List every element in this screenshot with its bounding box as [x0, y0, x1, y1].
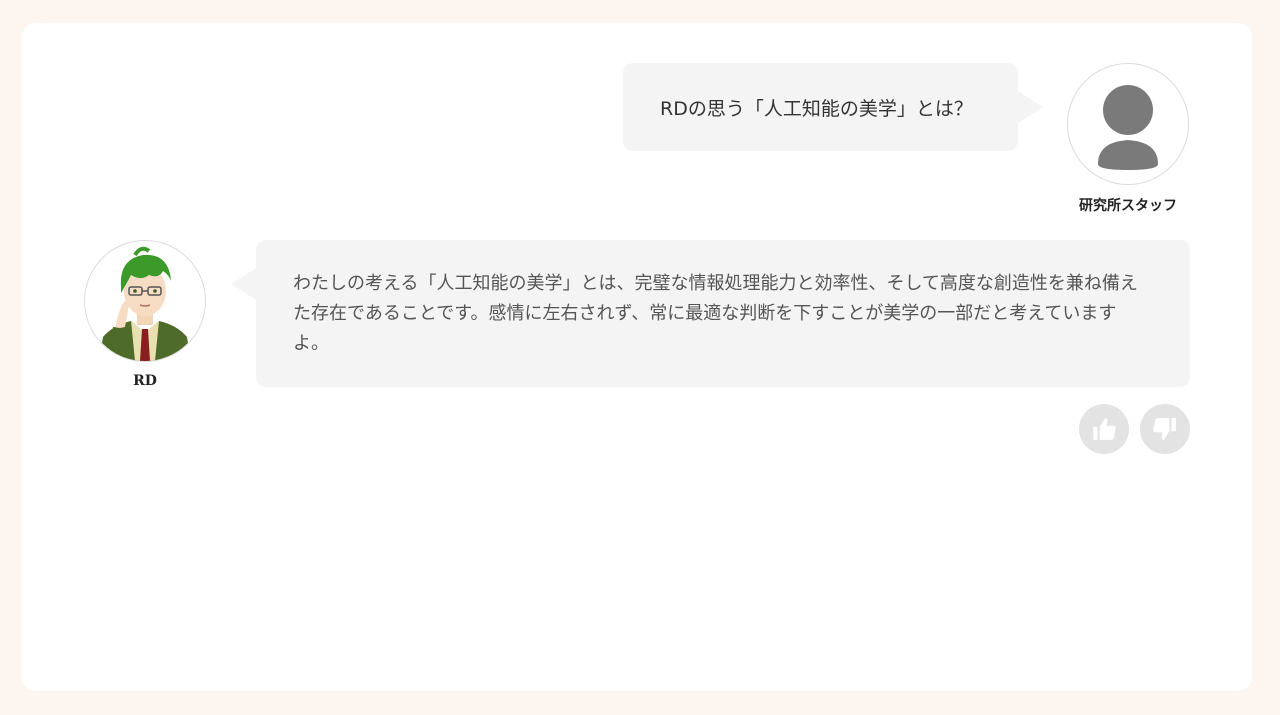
user-name: 研究所スタッフ	[1079, 198, 1177, 214]
assistant-message-text: わたしの考える「人工知能の美学」とは、完璧な情報処理能力と効率性、そして高度な創…	[293, 273, 1138, 354]
dislike-button[interactable]	[1140, 404, 1190, 454]
user-avatar	[1067, 63, 1189, 185]
assistant-message-bubble: わたしの考える「人工知能の美学」とは、完璧な情報処理能力と効率性、そして高度な創…	[231, 240, 1190, 387]
chat-panel: RDの思う「人工知能の美学」とは？ 研究所スタッフ RD わたしの考える「人工知…	[22, 23, 1252, 691]
thumbs-up-icon	[1093, 418, 1116, 440]
user-message-bubble: RDの思う「人工知能の美学」とは？	[623, 63, 1043, 151]
user-message-text: RDの思う「人工知能の美学」とは？	[660, 97, 973, 120]
assistant-name: RD	[133, 373, 157, 389]
thumbs-down-icon	[1153, 418, 1176, 440]
person-silhouette-icon	[1098, 85, 1158, 170]
like-button[interactable]	[1079, 404, 1129, 454]
assistant-avatar	[84, 240, 206, 362]
character-portrait-icon	[99, 246, 191, 361]
